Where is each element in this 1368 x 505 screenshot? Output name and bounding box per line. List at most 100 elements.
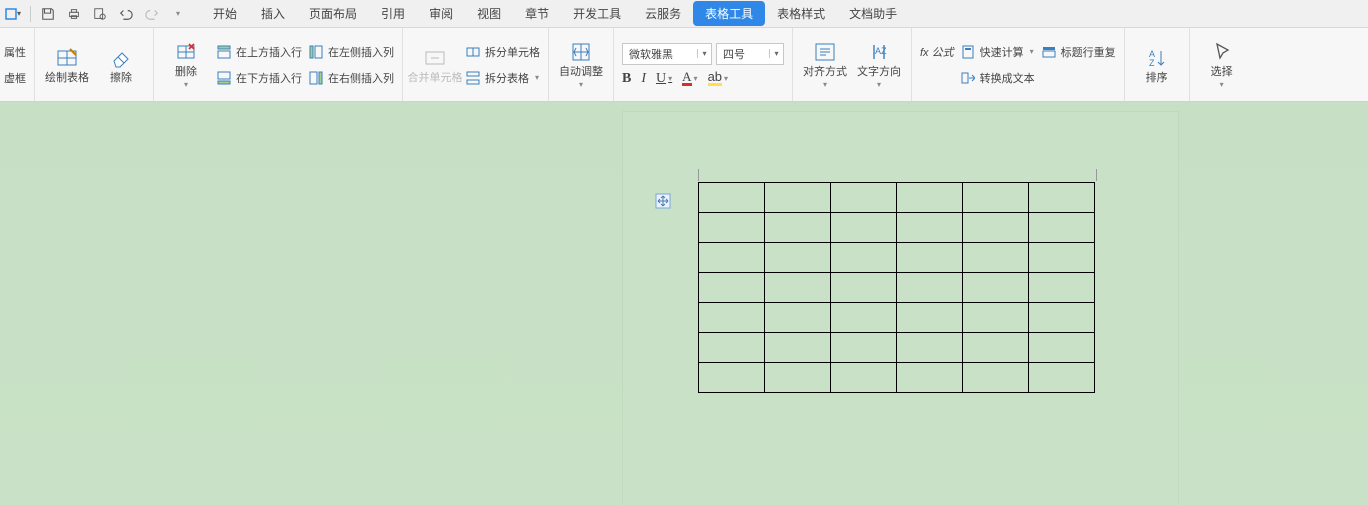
table-cell[interactable] [897,363,963,393]
tab-cloud[interactable]: 云服务 [633,1,693,26]
table-row[interactable] [699,303,1095,333]
table-cell[interactable] [765,243,831,273]
tab-page-layout[interactable]: 页面布局 [297,1,369,26]
table-cell[interactable] [1029,183,1095,213]
autofit-button[interactable]: 自动调整 ▾ [557,35,605,95]
table-cell[interactable] [897,183,963,213]
table-move-handle[interactable] [654,192,672,210]
underline-button[interactable]: U▾ [656,71,672,87]
qat-more-icon[interactable]: ▾ [169,5,187,23]
text-direction-button[interactable]: AZ 文字方向 ▾ [855,35,903,95]
file-dropdown-icon[interactable]: ▾ [4,5,22,23]
table-cell[interactable] [765,273,831,303]
table-properties-button[interactable]: 属性 [4,41,26,63]
table-cell[interactable] [963,303,1029,333]
sort-button[interactable]: AZ 排序 [1133,35,1181,95]
tab-table-style[interactable]: 表格样式 [765,1,837,26]
tab-table-tools[interactable]: 表格工具 [693,1,765,26]
tab-insert[interactable]: 插入 [249,1,297,26]
document-area[interactable] [0,102,1368,505]
font-size-select[interactable]: 四号 ▾ [716,43,784,65]
table-cell[interactable] [699,183,765,213]
table-cell[interactable] [765,183,831,213]
bold-button[interactable]: B [622,71,631,87]
table-cell[interactable] [765,303,831,333]
table-row[interactable] [699,333,1095,363]
save-icon[interactable] [39,5,57,23]
print-icon[interactable] [65,5,83,23]
insert-row-above-button[interactable]: 在上方插入行 [216,41,302,63]
tab-view[interactable]: 视图 [465,1,513,26]
table-cell[interactable] [699,363,765,393]
table-cell[interactable] [963,273,1029,303]
table-cell[interactable] [831,183,897,213]
table-cell[interactable] [1029,333,1095,363]
table-cell[interactable] [831,273,897,303]
table-row[interactable] [699,363,1095,393]
ruler-indent-left[interactable] [698,169,699,181]
select-button[interactable]: 选择 ▾ [1198,35,1246,95]
table-cell[interactable] [963,183,1029,213]
highlight-button[interactable]: ab ▾ [708,71,728,86]
header-repeat-button[interactable]: 标题行重复 [1041,41,1116,63]
redo-icon[interactable] [143,5,161,23]
table-cell[interactable] [765,333,831,363]
table-row[interactable] [699,213,1095,243]
table-cell[interactable] [831,303,897,333]
table-cell[interactable] [1029,273,1095,303]
tab-sections[interactable]: 章节 [513,1,561,26]
table-cell[interactable] [897,213,963,243]
document-table[interactable] [698,182,1095,393]
virtual-box-button[interactable]: 虚框 [4,67,26,89]
table-row[interactable] [699,243,1095,273]
table-cell[interactable] [897,303,963,333]
table-cell[interactable] [963,213,1029,243]
table-cell[interactable] [831,213,897,243]
table-cell[interactable] [699,273,765,303]
table-cell[interactable] [831,243,897,273]
font-name-select[interactable]: 微软雅黑 ▾ [622,43,712,65]
formula-button[interactable]: fx 公式 [920,41,954,63]
align-button[interactable]: 对齐方式 ▾ [801,35,849,95]
table-cell[interactable] [963,243,1029,273]
table-cell[interactable] [963,333,1029,363]
table-cell[interactable] [699,213,765,243]
draw-table-button[interactable]: 绘制表格 [43,35,91,95]
table-cell[interactable] [699,303,765,333]
convert-to-text-button[interactable]: 转换成文本 [960,67,1035,89]
table-cell[interactable] [1029,303,1095,333]
undo-icon[interactable] [117,5,135,23]
table-cell[interactable] [963,363,1029,393]
table-cell[interactable] [765,213,831,243]
table-cell[interactable] [897,333,963,363]
tab-dev-tools[interactable]: 开发工具 [561,1,633,26]
quick-calc-button[interactable]: 快速计算 ▾ [960,41,1035,63]
table-cell[interactable] [897,273,963,303]
print-preview-icon[interactable] [91,5,109,23]
italic-button[interactable]: I [641,71,646,87]
table-cell[interactable] [831,333,897,363]
table-cell[interactable] [1029,213,1095,243]
split-table-button[interactable]: 拆分表格 ▾ [465,67,540,89]
table-cell[interactable] [699,333,765,363]
table-cell[interactable] [1029,243,1095,273]
table-cell[interactable] [897,243,963,273]
table-cell[interactable] [1029,363,1095,393]
ruler-indent-right[interactable] [1096,169,1097,181]
insert-col-right-button[interactable]: 在右侧插入列 [308,67,394,89]
erase-button[interactable]: 擦除 [97,35,145,95]
tab-review[interactable]: 审阅 [417,1,465,26]
table-row[interactable] [699,273,1095,303]
table-row[interactable] [699,183,1095,213]
font-color-button[interactable]: A ▾ [682,71,697,86]
tab-start[interactable]: 开始 [201,1,249,26]
insert-col-left-button[interactable]: 在左侧插入列 [308,41,394,63]
split-cells-button[interactable]: 拆分单元格 [465,41,540,63]
tab-references[interactable]: 引用 [369,1,417,26]
delete-button[interactable]: 删除 ▾ [162,35,210,95]
table-cell[interactable] [831,363,897,393]
table-cell[interactable] [699,243,765,273]
tab-doc-helper[interactable]: 文档助手 [837,1,909,26]
insert-row-below-button[interactable]: 在下方插入行 [216,67,302,89]
table-cell[interactable] [765,363,831,393]
